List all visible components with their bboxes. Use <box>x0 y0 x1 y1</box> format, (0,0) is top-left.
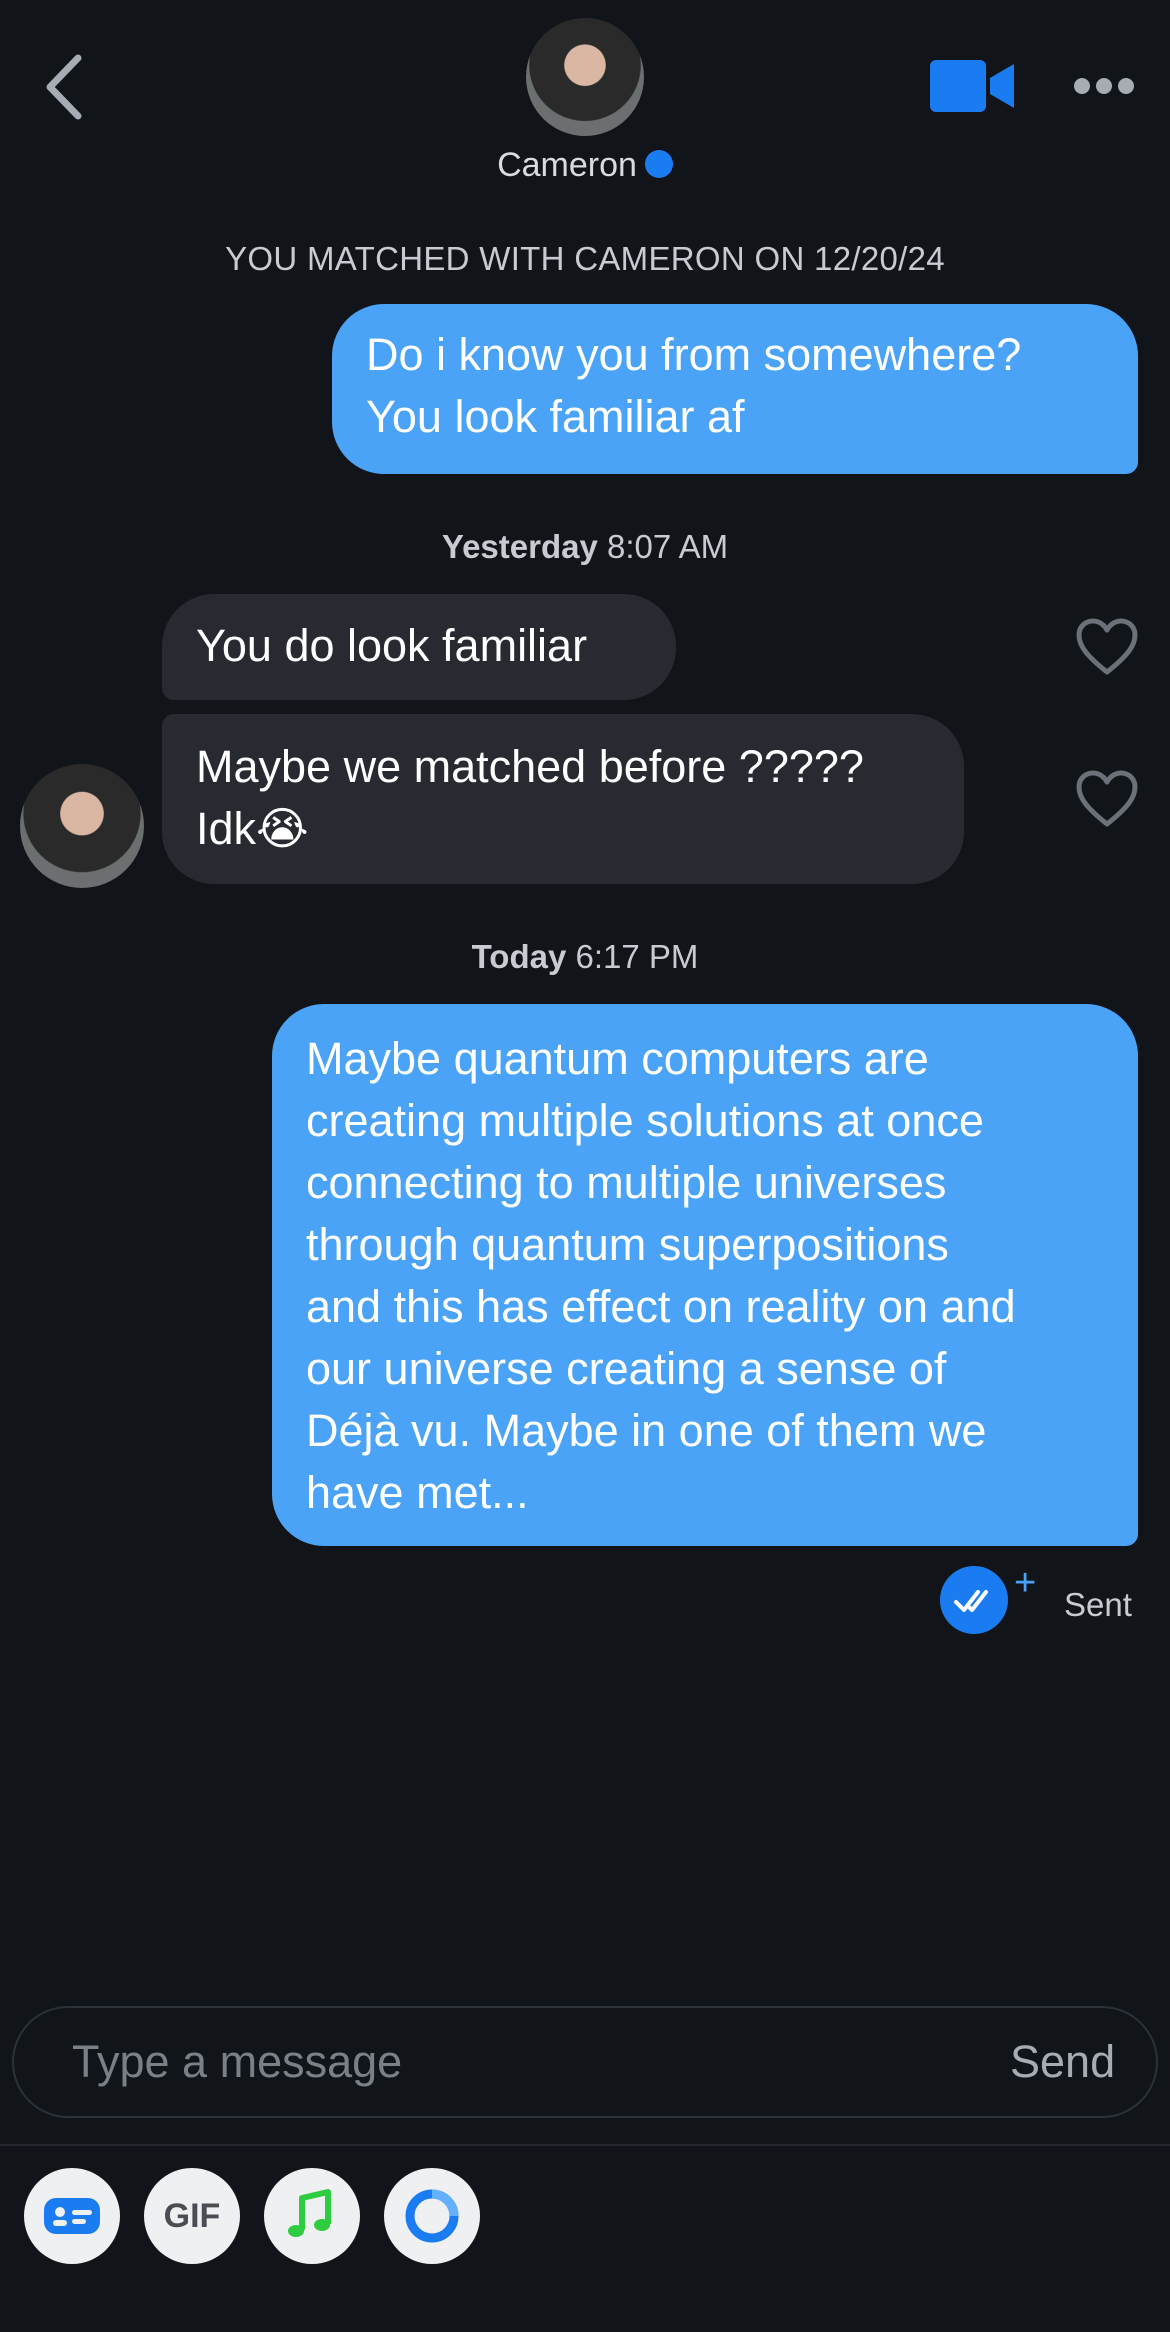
music-button[interactable] <box>264 2168 360 2264</box>
gif-button[interactable]: GIF <box>144 2168 240 2264</box>
music-note-icon <box>288 2189 331 2237</box>
heart-icon[interactable] <box>1076 770 1138 828</box>
message-bubble-incoming[interactable]: Maybe we matched before ????? Idk😭 <box>162 714 964 884</box>
message-bubble-incoming[interactable]: You do look familiar <box>162 594 676 700</box>
timestamp: Today 6:17 PM <box>0 938 1170 976</box>
message-line: You do look familiar <box>196 620 588 671</box>
read-receipt-icon[interactable] <box>936 1564 1012 1634</box>
back-icon[interactable] <box>42 52 86 122</box>
timestamp-time: 8:07 AM <box>607 528 729 565</box>
message-line: connecting to multiple universes <box>306 1157 947 1208</box>
timestamp: Yesterday 8:07 AM <box>0 528 1170 566</box>
message-line: and this has effect on reality on and <box>306 1281 1016 1332</box>
message-line: through quantum superpositions <box>306 1219 949 1270</box>
message-bubble-outgoing[interactable]: Do i know you from somewhere? You look f… <box>332 304 1138 474</box>
heart-icon[interactable] <box>1076 618 1138 676</box>
profile-name[interactable]: Cameron <box>0 146 1170 185</box>
timestamp-day: Yesterday <box>441 528 598 565</box>
message-line: Maybe we matched before ????? <box>196 741 864 792</box>
message-line: creating multiple solutions at once <box>306 1095 984 1146</box>
message-line: You look familiar af <box>366 391 745 442</box>
message-line: Idk😭 <box>196 803 309 854</box>
plus-icon[interactable]: + <box>1014 1564 1044 1602</box>
divider <box>0 2144 1170 2146</box>
verified-badge-icon <box>644 150 673 179</box>
message-line: our universe creating a sense of <box>306 1343 947 1394</box>
sent-status: Sent <box>1064 1586 1132 1623</box>
message-line: Maybe quantum computers are <box>306 1033 929 1084</box>
more-icon[interactable] <box>1072 74 1136 98</box>
message-line: have met... <box>306 1467 529 1518</box>
gif-icon: GIF <box>163 2197 221 2235</box>
send-button[interactable]: Send <box>1010 2036 1115 2088</box>
message-line: Do i know you from somewhere? <box>366 329 1022 380</box>
match-banner: YOU MATCHED WITH CAMERON ON 12/20/24 <box>225 240 945 277</box>
timestamp-day: Today <box>471 938 567 975</box>
ring-button[interactable] <box>384 2168 480 2264</box>
message-bubble-outgoing[interactable]: Maybe quantum computers are creating mul… <box>272 1004 1138 1546</box>
profile-avatar[interactable] <box>526 18 644 136</box>
timestamp-time: 6:17 PM <box>575 938 699 975</box>
message-line: Déjà vu. Maybe in one of them we <box>306 1405 987 1456</box>
contact-card-icon <box>44 2198 100 2234</box>
video-call-icon[interactable] <box>930 60 1014 112</box>
contact-card-button[interactable] <box>24 2168 120 2264</box>
ring-icon <box>405 2189 459 2243</box>
message-input-placeholder[interactable]: Type a message <box>72 2036 402 2088</box>
profile-name-label: Cameron <box>497 146 637 184</box>
sender-avatar[interactable] <box>20 764 144 888</box>
